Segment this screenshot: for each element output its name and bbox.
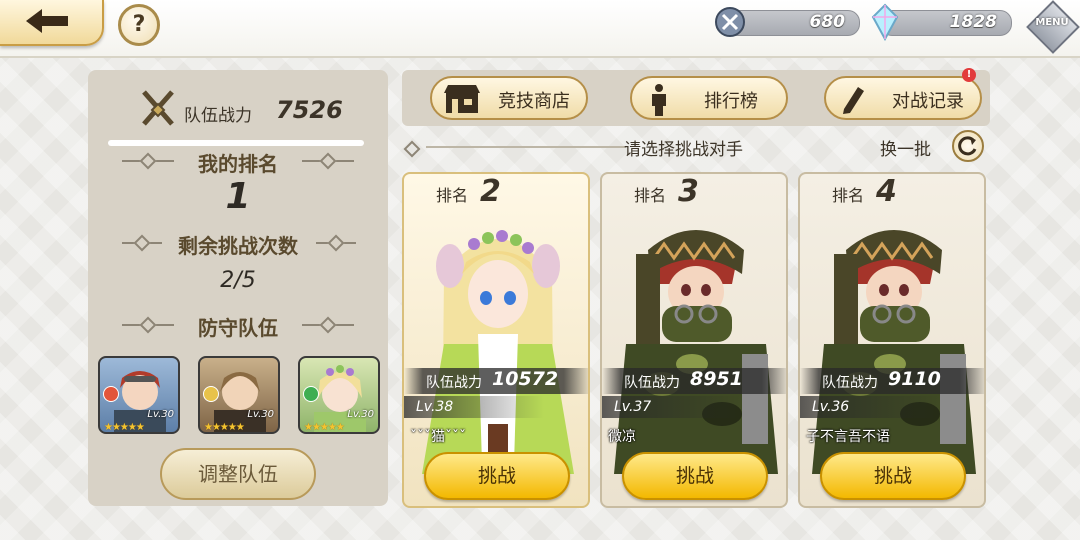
arena-toolbar: 竞技商店 排行榜 对战记录 !: [402, 68, 990, 126]
opponent-power-bar: 队伍战力 10572: [404, 368, 588, 394]
battle-record-button[interactable]: 对战记录: [824, 76, 982, 120]
opponent-power-value: 9110: [888, 368, 941, 390]
my-info-panel: 队伍战力 7526 我的排名 1 剩余挑战次数 2/5 防守队伍 Lv.30 ★…: [88, 70, 388, 506]
team-member-card[interactable]: Lv.30 ★★★★★: [298, 356, 380, 434]
leaderboard-button[interactable]: 排行榜: [630, 76, 788, 120]
opponent-level: Lv.38: [404, 396, 544, 418]
notification-badge: !: [962, 68, 976, 82]
refresh-label: 换一批: [880, 140, 931, 160]
opponent-card[interactable]: 排名 4 队伍战力 9110 Lv.36 子不言吾不语 挑战: [798, 172, 986, 508]
opponent-level: Lv.36: [800, 396, 940, 418]
help-icon: ?: [132, 12, 146, 37]
wind-element-icon: [303, 386, 319, 402]
opponent-power-value: 10572: [492, 368, 559, 390]
arena-shop-button[interactable]: 竞技商店: [430, 76, 588, 120]
select-opponent-label: 请选择挑战对手: [624, 140, 743, 160]
team-member-level: Lv.30: [347, 409, 374, 420]
opponent-card[interactable]: 排名 2 队伍战力 10572 Lv.38 ˇˇˇ猫ˇˇˇ 挑战: [402, 172, 590, 508]
remaining-challenges-value: 2/5: [220, 268, 256, 293]
light-element-icon: [203, 386, 219, 402]
opponent-level: Lv.37: [602, 396, 742, 418]
my-rank-title: 我的排名: [198, 152, 278, 176]
menu-label: MENU: [1035, 17, 1069, 28]
battle-record-label: 对战记录: [892, 91, 964, 112]
star-rating: ★★★★★: [104, 422, 145, 433]
opponent-power-label: 队伍战力: [426, 375, 482, 391]
defense-team-title: 防守队伍: [198, 316, 278, 340]
rank-number: 4: [876, 174, 897, 209]
opponent-power-bar: 队伍战力 8951: [602, 368, 786, 394]
team-power-label: 队伍战力: [184, 106, 252, 126]
my-rank-value: 1: [225, 176, 251, 217]
adjust-team-button[interactable]: 调整队伍: [160, 448, 316, 500]
opponent-power-bar: 队伍战力 9110: [800, 368, 984, 394]
crossed-swords-icon: [142, 90, 174, 126]
refresh-button[interactable]: [952, 130, 984, 162]
team-member-level: Lv.30: [247, 409, 274, 420]
pencil-icon: [843, 87, 864, 114]
team-power-value: 7526: [276, 96, 343, 124]
challenge-button[interactable]: 挑战: [622, 452, 768, 500]
back-button[interactable]: [0, 0, 104, 46]
refresh-icon: [958, 136, 977, 156]
rank-label: 排名: [832, 186, 865, 205]
stamina-value: 680: [809, 12, 846, 32]
crystal-value: 1828: [949, 12, 997, 32]
opponent-select-header: 请选择挑战对手 换一批: [402, 130, 990, 162]
arena-screen: ? 680 1828 MENU 队伍战力 7526 我的排名 1 剩余挑战次数 …: [0, 0, 1080, 540]
opponent-power-value: 8951: [690, 368, 743, 390]
rank-number: 3: [678, 174, 699, 209]
arena-shop-label: 竞技商店: [498, 91, 570, 112]
challenge-button[interactable]: 挑战: [424, 452, 570, 500]
opponent-name: 子不言吾不语: [806, 429, 890, 445]
rank-label: 排名: [436, 186, 469, 205]
rank-label: 排名: [634, 186, 667, 205]
leaderboard-label: 排行榜: [704, 91, 758, 112]
team-power-row: 队伍战力 7526: [108, 88, 370, 146]
opponent-name: ˇˇˇ猫ˇˇˇ: [410, 429, 466, 445]
help-button[interactable]: ?: [118, 4, 160, 46]
challenge-button[interactable]: 挑战: [820, 452, 966, 500]
team-member-level: Lv.30: [147, 409, 174, 420]
team-member-card[interactable]: Lv.30 ★★★★★: [98, 356, 180, 434]
crystal-icon: [871, 3, 899, 41]
star-rating: ★★★★★: [304, 422, 345, 433]
back-arrow-icon: [26, 9, 68, 33]
fire-element-icon: [103, 386, 119, 402]
divider: [426, 146, 626, 148]
opponent-power-label: 队伍战力: [822, 375, 878, 391]
menu-button[interactable]: MENU: [1026, 0, 1080, 54]
divider: [108, 140, 364, 146]
opponent-card[interactable]: 排名 3 队伍战力 8951 Lv.37 微凉 挑战: [600, 172, 788, 508]
top-bar: ? 680 1828 MENU: [0, 0, 1080, 58]
remaining-challenges-title: 剩余挑战次数: [178, 234, 298, 258]
star-rating: ★★★★★: [204, 422, 245, 433]
opponent-power-label: 队伍战力: [624, 375, 680, 391]
opponent-name: 微凉: [608, 429, 636, 445]
stamina-sword-icon: [715, 7, 745, 37]
leaderboard-figure-icon: [652, 84, 666, 116]
rank-number: 2: [480, 174, 501, 209]
team-member-card[interactable]: Lv.30 ★★★★★: [198, 356, 280, 434]
diamond-ornament-icon: [403, 140, 421, 158]
shop-icon: [444, 85, 480, 113]
